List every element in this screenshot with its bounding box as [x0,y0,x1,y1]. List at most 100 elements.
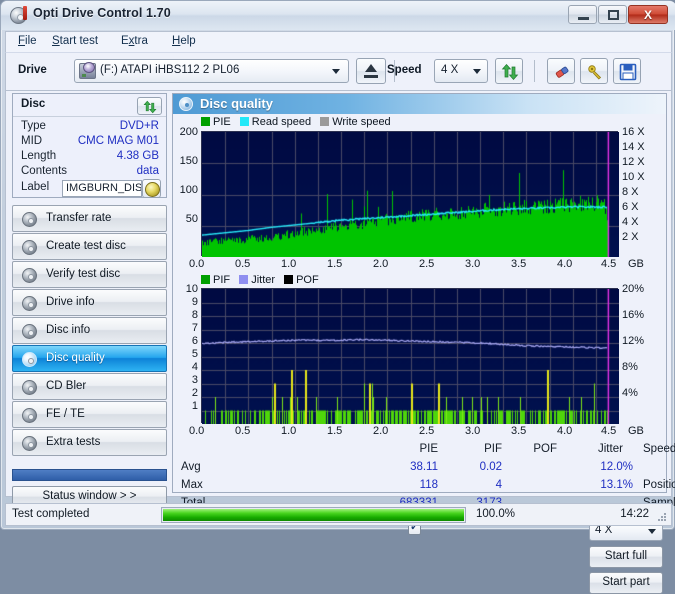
speed-label: Speed [387,64,422,76]
speed-select[interactable]: 4 X [434,59,488,83]
legend-pie-chart: PIE Read speed Write speed [201,116,391,128]
drive-select-value: (F:) ATAPI iHBS112 2 PL06 [100,64,240,76]
legend-swatch-write-speed [320,117,330,126]
progress-percent: 100.0% [476,508,516,520]
stats-row-label-max: Max [181,479,203,491]
sidebar-item-cd-bler[interactable]: CD Bler [12,373,167,400]
stats-header-pie: PIE [419,443,438,455]
y2tick: 16 X [622,126,645,138]
xtick: 4.0 [557,425,573,437]
main-body: Disc Type DVD+R MID CMC MAG M01 Length 4… [5,91,675,594]
menu-item-file[interactable]: File [16,35,39,47]
disc-key: Type [21,120,46,132]
disc-quality-icon [179,97,193,111]
save-button[interactable] [613,58,641,84]
ytick: 8 [191,309,198,321]
close-icon: X [643,8,652,22]
speed-select-value: 4 X [441,64,459,76]
pif-chart-canvas [202,289,619,424]
xtick: 4.5 [601,425,617,437]
sidebar-item-label: Drive info [46,296,95,308]
stats-header-pif: PIF [484,443,502,455]
ytick: 9 [191,296,198,308]
legend-label-pof: POF [296,274,319,286]
stats-header-pof: POF [533,443,557,455]
xtick: 0.0 [189,425,205,437]
stats-info-label-position: Position [643,479,675,491]
sidebar-item-create-test-disc[interactable]: Create test disc [12,233,167,260]
y2tick: 4% [622,387,638,399]
sidebar-item-label: Transfer rate [46,212,112,224]
disc-icon [22,324,37,339]
disc-info-panel: Disc Type DVD+R MID CMC MAG M01 Length 4… [12,93,167,198]
y2tick: 12% [622,335,645,347]
disc-quality-panel: Disc quality PIE Read speed Write speed … [172,93,675,509]
legend-swatch-pif [201,275,210,284]
close-button[interactable]: X [628,5,668,24]
maximize-button[interactable] [598,5,627,24]
start-full-label: Start full [604,550,648,562]
disc-icon [22,296,37,311]
legend-label-pie: PIE [213,116,231,128]
status-text: Test completed [12,508,90,520]
xtick: 2.0 [373,258,389,270]
app-window: Opti Drive Control 1.70 X File Start tes… [0,0,675,594]
legend-label-read-speed: Read speed [251,116,312,128]
disc-row-type: Type DVD+R [13,120,166,135]
y2tick: 20% [622,283,645,295]
disc-label-input[interactable]: IMGBURN_DIS [62,180,142,197]
sidebar-item-transfer-rate[interactable]: Transfer rate [12,205,167,232]
toolbar-separator-2 [534,60,535,82]
sidebar-item-disc-info[interactable]: Disc info [12,317,167,344]
legend-pif-chart: PIF Jitter POF [201,274,319,286]
ytick: 1 [191,400,198,412]
ytick: 100 [179,184,198,196]
start-part-button[interactable]: Start part [589,572,663,594]
xtick: 4.0 [557,258,573,270]
xtick: 2.0 [373,425,389,437]
menu-item-help[interactable]: Help [170,35,198,47]
start-full-button[interactable]: Start full [589,546,663,568]
drive-select[interactable]: (F:) ATAPI iHBS112 2 PL06 [74,59,349,83]
erase-button[interactable] [547,58,575,84]
sidebar-item-fe-te[interactable]: FE / TE [12,401,167,428]
sidebar-item-verify-test-disc[interactable]: Verify test disc [12,261,167,288]
xtick: 3.0 [465,258,481,270]
sidebar-item-disc-quality[interactable]: Disc quality [12,345,167,372]
refresh-button[interactable] [495,58,523,84]
stats-max-jitter: 13.1% [600,479,633,491]
disc-refresh-button[interactable] [137,97,162,115]
legend-label-pif: PIF [213,274,231,286]
ytick: 2 [191,387,198,399]
refresh-arrows-icon [143,100,157,114]
ytick: 5 [191,348,198,360]
xtick: 2.5 [419,258,435,270]
resize-grip[interactable] [656,511,668,523]
tools-button[interactable] [580,58,608,84]
sidebar-item-label: Create test disc [46,240,126,252]
sidebar-item-label: Disc info [46,324,91,336]
disc-label-button[interactable] [142,179,161,198]
legend-swatch-jitter [239,275,249,284]
xtick: 3.5 [511,258,527,270]
menu-item-start-test[interactable]: Start test [50,35,100,47]
eject-icon [365,64,377,72]
xtick: 3.5 [511,425,527,437]
xtick: 0.5 [235,425,251,437]
start-part-label: Start part [602,576,650,588]
refresh-arrows-icon [501,63,519,81]
toolbar: Drive (F:) ATAPI iHBS112 2 PL06 Speed 4 … [5,52,672,91]
eject-button[interactable] [356,58,386,84]
menu-item-extra[interactable]: Extra [119,35,150,47]
y2tick: 2 X [622,231,639,243]
legend-swatch-read-speed [239,117,249,126]
minimize-button[interactable] [568,5,597,24]
ytick: 10 [185,283,198,295]
sidebar-item-drive-info[interactable]: Drive info [12,289,167,316]
stats-header-jitter: Jitter [598,443,623,455]
sidebar-item-extra-tests[interactable]: Extra tests [12,429,167,456]
disc-panel-title: Disc [21,98,46,110]
disc-icon [22,380,37,395]
xtick: 1.0 [281,425,297,437]
ytick: 50 [185,213,198,225]
